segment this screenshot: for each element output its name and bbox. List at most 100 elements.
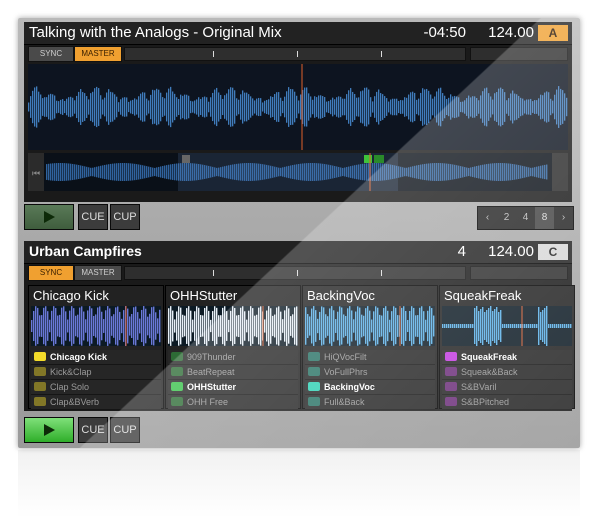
remix-cell[interactable]: Kick&Clap bbox=[31, 365, 161, 380]
remix-slot-waveform-graphic bbox=[31, 306, 161, 346]
traktor-deck-panel: Talking with the Analogs - Original Mix … bbox=[18, 18, 580, 448]
deck-a-waveform-graphic bbox=[28, 64, 568, 150]
deck-c-sync-row: SYNC MASTER bbox=[24, 265, 572, 281]
remix-slot-waveform[interactable] bbox=[305, 306, 435, 346]
loop-icon bbox=[34, 397, 46, 406]
remix-slot-title: OHHStutter bbox=[170, 288, 238, 303]
remix-cell[interactable]: HiQVocFilt bbox=[305, 350, 435, 365]
deck-a-overview-graphic: ⏮ bbox=[28, 153, 568, 191]
remix-slot-waveform[interactable] bbox=[168, 306, 298, 346]
deck-c-letter[interactable]: C bbox=[538, 244, 568, 260]
loop-icon bbox=[34, 367, 46, 376]
deck-a-loop-size: ‹ 2 4 8 › bbox=[477, 206, 574, 230]
deck-a-play-button[interactable] bbox=[24, 204, 74, 230]
loop-icon bbox=[171, 382, 183, 391]
deck-a-waveform[interactable] bbox=[28, 64, 568, 150]
phase-tick bbox=[381, 270, 382, 276]
deck-a-cue-button[interactable]: CUE bbox=[78, 204, 108, 230]
remix-slot: OHHStutter 909Thunder BeatRepeat OHHStutter… bbox=[165, 285, 301, 410]
remix-cell-label: Clap&BVerb bbox=[50, 397, 100, 407]
deck-a-overview[interactable]: ⏮ bbox=[28, 153, 568, 191]
next-icon[interactable]: › bbox=[554, 207, 573, 229]
deck-c-beat-counter: 4 bbox=[457, 243, 466, 260]
deck-a-remaining-time[interactable]: -04:50 bbox=[423, 24, 466, 41]
deck-c-phase-meter bbox=[124, 266, 466, 280]
remix-cell[interactable]: SqueakFreak bbox=[442, 350, 572, 365]
remix-cell-label: Clap Solo bbox=[50, 382, 90, 392]
phase-tick bbox=[297, 270, 298, 276]
loop-icon bbox=[34, 382, 46, 391]
remix-slot-title: BackingVoc bbox=[307, 288, 375, 303]
remix-cell[interactable]: Clap Solo bbox=[31, 380, 161, 395]
loop-size-2[interactable]: 2 bbox=[497, 207, 516, 229]
prev-icon[interactable]: ‹ bbox=[478, 207, 497, 229]
deck-c-play-button[interactable] bbox=[24, 417, 74, 443]
remix-cell-label: 909Thunder bbox=[187, 352, 236, 362]
loop-icon bbox=[445, 397, 457, 406]
deck-c-cue-button[interactable]: CUE bbox=[78, 417, 108, 443]
deck-a-master-button[interactable]: MASTER bbox=[74, 46, 122, 62]
remix-cell-label: BackingVoc bbox=[324, 382, 375, 392]
deck-a-bpm[interactable]: 124.00 bbox=[488, 24, 534, 41]
loop-icon bbox=[308, 367, 320, 376]
remix-cell[interactable]: S&BVaril bbox=[442, 380, 572, 395]
remix-cell[interactable]: OHH Free bbox=[168, 395, 298, 410]
remix-cell-label: Squeak&Back bbox=[461, 367, 518, 377]
remix-cell-label: S&BPitched bbox=[461, 397, 510, 407]
phase-tick bbox=[297, 51, 298, 57]
play-icon bbox=[43, 424, 55, 437]
remix-cell[interactable]: 909Thunder bbox=[168, 350, 298, 365]
remix-cell[interactable]: Full&Back bbox=[305, 395, 435, 410]
deck-c-title: Urban Campfires bbox=[29, 243, 142, 259]
remix-cell-label: Full&Back bbox=[324, 397, 365, 407]
deck-c-loop-meter bbox=[470, 266, 568, 280]
remix-cell-label: Kick&Clap bbox=[50, 367, 92, 377]
remix-slot: Chicago Kick Chicago Kick Kick&Clap Clap So… bbox=[28, 285, 164, 410]
play-icon bbox=[43, 211, 55, 224]
remix-cell[interactable]: Clap&BVerb bbox=[31, 395, 161, 410]
deck-a-sync-row: SYNC MASTER bbox=[24, 46, 572, 62]
phase-tick bbox=[381, 51, 382, 57]
remix-slot-waveform[interactable] bbox=[31, 306, 161, 346]
remix-cell-label: S&BVaril bbox=[461, 382, 497, 392]
remix-cell[interactable]: BeatRepeat bbox=[168, 365, 298, 380]
deck-a-header: Talking with the Analogs - Original Mix … bbox=[24, 22, 572, 45]
remix-cell[interactable]: OHHStutter bbox=[168, 380, 298, 395]
phase-tick bbox=[213, 51, 214, 57]
remix-cell[interactable]: BackingVoc bbox=[305, 380, 435, 395]
deck-a-sync-button[interactable]: SYNC bbox=[28, 46, 74, 62]
deck-c-bpm[interactable]: 124.00 bbox=[488, 243, 534, 260]
remix-cell-label: OHH Free bbox=[187, 397, 229, 407]
remix-slot-waveform[interactable] bbox=[442, 306, 572, 346]
loop-icon bbox=[308, 352, 320, 361]
loop-size-8[interactable]: 8 bbox=[535, 207, 554, 229]
remix-cell[interactable]: VoFullPhrs bbox=[305, 365, 435, 380]
remix-slot-waveform-graphic bbox=[442, 306, 572, 346]
remix-cell[interactable]: Chicago Kick bbox=[31, 350, 161, 365]
remix-cell-label: HiQVocFilt bbox=[324, 352, 367, 362]
panel-reflection bbox=[18, 450, 580, 518]
loop-icon bbox=[308, 382, 320, 391]
deck-c-sync-button[interactable]: SYNC bbox=[28, 265, 74, 281]
loop-icon bbox=[445, 382, 457, 391]
remix-cell-label: Chicago Kick bbox=[50, 352, 108, 362]
deck-a: Talking with the Analogs - Original Mix … bbox=[24, 22, 572, 202]
deck-a-track-title: Talking with the Analogs - Original Mix bbox=[29, 24, 282, 41]
loop-icon bbox=[34, 352, 46, 361]
remix-cell-label: VoFullPhrs bbox=[324, 367, 368, 377]
deck-a-cup-button[interactable]: CUP bbox=[110, 204, 140, 230]
remix-slot-waveform-graphic bbox=[305, 306, 435, 346]
deck-c-master-button[interactable]: MASTER bbox=[74, 265, 122, 281]
remix-cell[interactable]: Squeak&Back bbox=[442, 365, 572, 380]
remix-cell[interactable]: S&BPitched bbox=[442, 395, 572, 410]
loop-size-4[interactable]: 4 bbox=[516, 207, 535, 229]
loop-icon bbox=[308, 397, 320, 406]
remix-cell-label: SqueakFreak bbox=[461, 352, 518, 362]
deck-c-cup-button[interactable]: CUP bbox=[110, 417, 140, 443]
svg-text:⏮: ⏮ bbox=[32, 169, 40, 179]
loop-icon bbox=[171, 352, 183, 361]
loop-icon bbox=[171, 367, 183, 376]
remix-cell-label: OHHStutter bbox=[187, 382, 236, 392]
deck-a-phase-meter bbox=[124, 47, 466, 61]
deck-a-letter[interactable]: A bbox=[538, 25, 568, 41]
